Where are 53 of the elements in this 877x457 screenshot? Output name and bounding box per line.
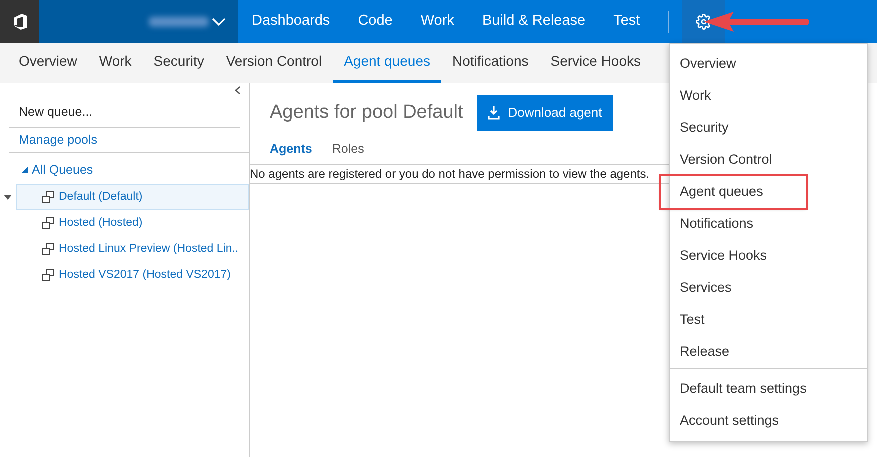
tree-item[interactable]: All Queues — [32, 160, 94, 180]
nav-link[interactable]: Build & Release — [468, 10, 600, 32]
chevron-down-icon — [212, 18, 226, 26]
tab[interactable]: Agent queues — [333, 43, 442, 83]
new-queue-link[interactable]: New queue... — [19, 105, 93, 119]
queue-name: Hosted Linux Preview (Hosted Lin.. — [59, 242, 239, 257]
queue-icon — [42, 269, 54, 282]
queue-item[interactable]: Hosted (Hosted) — [16, 210, 249, 236]
tab[interactable]: Notifications — [441, 43, 540, 83]
menu-item[interactable]: Account settings — [670, 405, 867, 437]
menu-item[interactable]: Work — [670, 80, 867, 112]
tab[interactable]: Overview — [8, 43, 88, 83]
nav-link[interactable]: Dashboards — [238, 10, 344, 32]
menu-item[interactable]: Test — [670, 304, 867, 336]
blurred-project-name — [149, 16, 209, 26]
logo-icon[interactable] — [0, 0, 39, 43]
subtab[interactable]: Roles — [332, 140, 364, 159]
menu-item[interactable]: Version Control — [670, 144, 867, 176]
subtab[interactable]: Agents — [270, 140, 312, 159]
menu-item[interactable]: Service Hooks — [670, 240, 867, 272]
page-title: Agents for pool Default — [270, 100, 464, 125]
tab[interactable]: Version Control — [215, 43, 334, 83]
queue-name: Default (Default) — [59, 190, 143, 205]
download-icon — [488, 106, 500, 120]
queue-item[interactable]: Hosted Linux Preview (Hosted Lin.. — [16, 236, 249, 262]
nav-link[interactable]: Code — [344, 10, 407, 32]
queue-icon — [42, 243, 54, 256]
expand-icon[interactable] — [22, 166, 28, 173]
tab[interactable]: Security — [142, 43, 216, 83]
download-agent-button[interactable]: Download agent — [477, 95, 614, 131]
menu-item[interactable]: Services — [670, 272, 867, 304]
queue-item[interactable]: Default (Default) — [16, 184, 249, 210]
menu-item[interactable]: Release — [670, 336, 867, 368]
empty-message: No agents are registered or you do not have permission to view the agents. — [250, 166, 651, 183]
queue-icon — [42, 217, 54, 230]
menu-item[interactable]: Agent queues — [661, 176, 806, 208]
menu-item[interactable]: Security — [670, 112, 867, 144]
settings-button[interactable] — [682, 0, 726, 43]
tab[interactable]: Work — [88, 43, 143, 83]
menu-item[interactable]: Overview — [670, 48, 867, 80]
menu-item[interactable]: Notifications — [670, 208, 867, 240]
settings-icon — [696, 14, 712, 30]
queue-name: Hosted (Hosted) — [59, 216, 143, 231]
caret-icon — [4, 194, 12, 200]
queue-icon — [42, 191, 54, 204]
manage-pools-link[interactable]: Manage pools — [19, 132, 98, 147]
menu-item[interactable]: Default team settings — [670, 373, 867, 405]
queue-name: Hosted VS2017 (Hosted VS2017) — [59, 268, 231, 283]
nav-link[interactable]: Work — [406, 10, 468, 32]
tab[interactable]: Service Hooks — [540, 43, 652, 83]
queue-item[interactable]: Hosted VS2017 (Hosted VS2017) — [16, 262, 249, 288]
nav-link[interactable]: Test — [600, 10, 654, 32]
collapse-icon[interactable] — [235, 86, 241, 95]
